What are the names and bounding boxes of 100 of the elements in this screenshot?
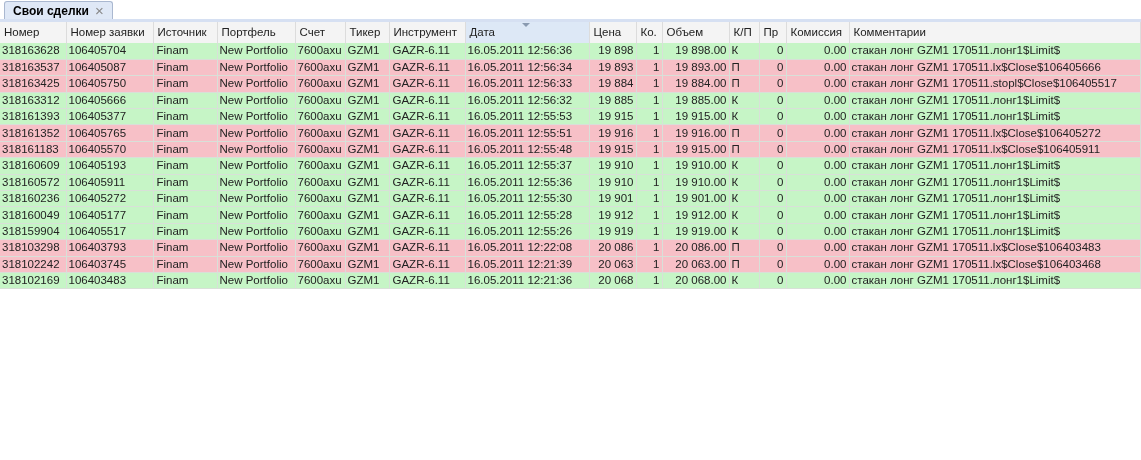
table-cell: 20 086.00: [662, 239, 729, 257]
table-cell: GZM1: [345, 190, 389, 207]
table-cell: New Portfolio: [217, 157, 295, 175]
table-cell: New Portfolio: [217, 59, 295, 76]
table-cell: 1: [636, 157, 662, 175]
table-cell: 318163425: [0, 75, 66, 93]
table-cell: 0: [759, 272, 786, 289]
table-cell: GZM1: [345, 272, 389, 289]
column-header[interactable]: Цена: [589, 22, 636, 43]
table-cell: 0.00: [786, 141, 849, 158]
table-cell: 19 893: [589, 59, 636, 76]
table-cell: 1: [636, 124, 662, 142]
table-cell: 318103298: [0, 239, 66, 257]
table-cell: К: [729, 190, 759, 207]
table-cell: 19 898: [589, 43, 636, 60]
table-cell: GZM1: [345, 59, 389, 76]
table-cell: GAZR-6.11: [389, 92, 465, 109]
table-cell: 16.05.2011 12:56:33: [465, 75, 589, 93]
table-cell: 16.05.2011 12:55:28: [465, 206, 589, 224]
table-cell: GZM1: [345, 174, 389, 191]
table-row[interactable]: 318163628 106405704 Finam New Portfolio 7600axu GZM1 GAZR-6.11 16.05.2011 12:56:36 19 898 1 19 898.00 К 0 0.00 стакан лонг GZM1 170511.лонг1$Limit$: [0, 43, 1141, 60]
column-header[interactable]: Пр: [759, 22, 786, 43]
table-cell: 20 068: [589, 272, 636, 289]
table-cell: Finam: [153, 174, 217, 191]
table-cell: New Portfolio: [217, 174, 295, 191]
column-header[interactable]: Комиссия: [786, 22, 849, 43]
column-header[interactable]: Счет: [295, 22, 345, 43]
table-cell: Finam: [153, 272, 217, 289]
table-cell: 0: [759, 59, 786, 76]
table-cell: 0: [759, 141, 786, 158]
table-cell: стакан лонг GZM1 170511.lx$Close$106405666: [849, 59, 1141, 76]
column-header[interactable]: Тикер: [345, 22, 389, 43]
table-cell: 16.05.2011 12:55:30: [465, 190, 589, 207]
table-cell: New Portfolio: [217, 108, 295, 125]
table-cell: 0: [759, 75, 786, 93]
table-cell: 106405177: [66, 206, 153, 224]
column-header[interactable]: Ко.: [636, 22, 662, 43]
table-cell: 7600axu: [295, 174, 345, 191]
table-cell: GAZR-6.11: [389, 108, 465, 125]
table-cell: New Portfolio: [217, 272, 295, 289]
table-cell: 106403745: [66, 256, 153, 273]
column-header[interactable]: Комментарии: [849, 22, 1141, 43]
table-cell: New Portfolio: [217, 223, 295, 240]
table-cell: 16.05.2011 12:55:48: [465, 141, 589, 158]
table-cell: стакан лонг GZM1 170511.лонг1$Limit$: [849, 206, 1141, 224]
table-cell: 19 910: [589, 157, 636, 175]
table-cell: Finam: [153, 75, 217, 93]
table-cell: 318160236: [0, 190, 66, 207]
column-header[interactable]: К/П: [729, 22, 759, 43]
table-cell: 0.00: [786, 206, 849, 224]
table-cell: 20 068.00: [662, 272, 729, 289]
table-cell: 106405377: [66, 108, 153, 125]
table-cell: GZM1: [345, 124, 389, 142]
table-cell: New Portfolio: [217, 43, 295, 60]
table-cell: 16.05.2011 12:55:26: [465, 223, 589, 240]
table-cell: GZM1: [345, 92, 389, 109]
table-cell: 106405750: [66, 75, 153, 93]
column-header[interactable]: Источник: [153, 22, 217, 43]
table-cell: 7600axu: [295, 223, 345, 240]
tab[interactable]: Свои сделки ×: [4, 1, 113, 19]
table-cell: стакан лонг GZM1 170511.лонг1$Limit$: [849, 190, 1141, 207]
table-cell: К: [729, 206, 759, 224]
table-cell: 19 901.00: [662, 190, 729, 207]
table-cell: 0: [759, 92, 786, 109]
table-cell: 16.05.2011 12:22:08: [465, 239, 589, 257]
table-cell: 1: [636, 174, 662, 191]
table-cell: 1: [636, 59, 662, 76]
table-cell: 106405272: [66, 190, 153, 207]
table-cell: GZM1: [345, 206, 389, 224]
table-cell: 106405193: [66, 157, 153, 175]
table-cell: П: [729, 256, 759, 273]
table-cell: New Portfolio: [217, 206, 295, 224]
column-header[interactable]: Портфель: [217, 22, 295, 43]
table-cell: 16.05.2011 12:55:36: [465, 174, 589, 191]
column-header[interactable]: Дата: [465, 22, 589, 43]
column-header[interactable]: Номер: [0, 22, 66, 43]
table-cell: 1: [636, 239, 662, 257]
table-cell: GZM1: [345, 108, 389, 125]
table-cell: 318159904: [0, 223, 66, 240]
table-cell: 7600axu: [295, 256, 345, 273]
table-cell: 7600axu: [295, 108, 345, 125]
table-cell: 19 910.00: [662, 157, 729, 175]
table-cell: 0.00: [786, 59, 849, 76]
table-cell: Finam: [153, 206, 217, 224]
column-header[interactable]: Номер заявки: [66, 22, 153, 43]
table-cell: 0.00: [786, 174, 849, 191]
table-cell: 1: [636, 141, 662, 158]
column-header[interactable]: Инструмент: [389, 22, 465, 43]
table-cell: 0.00: [786, 124, 849, 142]
table-cell: 106405087: [66, 59, 153, 76]
table-cell: 0.00: [786, 108, 849, 125]
table-cell: Finam: [153, 223, 217, 240]
table-cell: 318160049: [0, 206, 66, 224]
table-cell: К: [729, 223, 759, 240]
column-header[interactable]: Объем: [662, 22, 729, 43]
table-cell: GAZR-6.11: [389, 43, 465, 60]
table-cell: 0.00: [786, 43, 849, 60]
table-cell: 318163312: [0, 92, 66, 109]
table-cell: 7600axu: [295, 141, 345, 158]
table-cell: GAZR-6.11: [389, 157, 465, 175]
